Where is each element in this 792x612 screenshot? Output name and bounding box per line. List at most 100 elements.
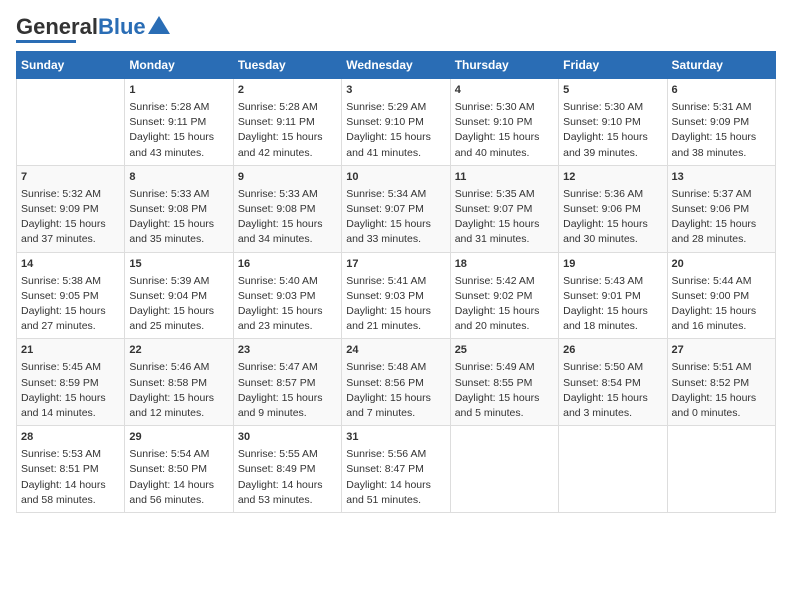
col-header-friday: Friday <box>559 52 667 79</box>
col-header-sunday: Sunday <box>17 52 125 79</box>
day-number: 31 <box>346 430 445 446</box>
calendar-week-row: 28Sunrise: 5:53 AM Sunset: 8:51 PM Dayli… <box>17 426 776 513</box>
calendar-cell: 7Sunrise: 5:32 AM Sunset: 9:09 PM Daylig… <box>17 165 125 252</box>
calendar-cell: 8Sunrise: 5:33 AM Sunset: 9:08 PM Daylig… <box>125 165 233 252</box>
page-header: GeneralBlue <box>16 16 776 43</box>
cell-content: Sunrise: 5:54 AM Sunset: 8:50 PM Dayligh… <box>129 447 228 508</box>
cell-content: Sunrise: 5:36 AM Sunset: 9:06 PM Dayligh… <box>563 187 662 248</box>
col-header-monday: Monday <box>125 52 233 79</box>
calendar-cell: 17Sunrise: 5:41 AM Sunset: 9:03 PM Dayli… <box>342 252 450 339</box>
calendar-cell: 21Sunrise: 5:45 AM Sunset: 8:59 PM Dayli… <box>17 339 125 426</box>
cell-content: Sunrise: 5:31 AM Sunset: 9:09 PM Dayligh… <box>672 100 771 161</box>
cell-content: Sunrise: 5:39 AM Sunset: 9:04 PM Dayligh… <box>129 274 228 335</box>
calendar-cell <box>667 426 775 513</box>
logo-icon <box>148 16 170 34</box>
calendar-cell <box>450 426 558 513</box>
day-number: 21 <box>21 343 120 359</box>
calendar-week-row: 1Sunrise: 5:28 AM Sunset: 9:11 PM Daylig… <box>17 79 776 166</box>
calendar-cell: 20Sunrise: 5:44 AM Sunset: 9:00 PM Dayli… <box>667 252 775 339</box>
col-header-saturday: Saturday <box>667 52 775 79</box>
cell-content: Sunrise: 5:42 AM Sunset: 9:02 PM Dayligh… <box>455 274 554 335</box>
calendar-cell: 22Sunrise: 5:46 AM Sunset: 8:58 PM Dayli… <box>125 339 233 426</box>
cell-content: Sunrise: 5:28 AM Sunset: 9:11 PM Dayligh… <box>238 100 337 161</box>
cell-content: Sunrise: 5:49 AM Sunset: 8:55 PM Dayligh… <box>455 360 554 421</box>
cell-content: Sunrise: 5:33 AM Sunset: 9:08 PM Dayligh… <box>238 187 337 248</box>
cell-content: Sunrise: 5:45 AM Sunset: 8:59 PM Dayligh… <box>21 360 120 421</box>
day-number: 11 <box>455 170 554 186</box>
day-number: 14 <box>21 257 120 273</box>
cell-content: Sunrise: 5:35 AM Sunset: 9:07 PM Dayligh… <box>455 187 554 248</box>
calendar-cell: 24Sunrise: 5:48 AM Sunset: 8:56 PM Dayli… <box>342 339 450 426</box>
day-number: 29 <box>129 430 228 446</box>
calendar-cell: 15Sunrise: 5:39 AM Sunset: 9:04 PM Dayli… <box>125 252 233 339</box>
calendar-cell: 31Sunrise: 5:56 AM Sunset: 8:47 PM Dayli… <box>342 426 450 513</box>
cell-content: Sunrise: 5:34 AM Sunset: 9:07 PM Dayligh… <box>346 187 445 248</box>
calendar-week-row: 21Sunrise: 5:45 AM Sunset: 8:59 PM Dayli… <box>17 339 776 426</box>
day-number: 20 <box>672 257 771 273</box>
calendar-cell: 29Sunrise: 5:54 AM Sunset: 8:50 PM Dayli… <box>125 426 233 513</box>
day-number: 15 <box>129 257 228 273</box>
cell-content: Sunrise: 5:38 AM Sunset: 9:05 PM Dayligh… <box>21 274 120 335</box>
calendar-table: SundayMondayTuesdayWednesdayThursdayFrid… <box>16 51 776 513</box>
calendar-cell: 6Sunrise: 5:31 AM Sunset: 9:09 PM Daylig… <box>667 79 775 166</box>
day-number: 25 <box>455 343 554 359</box>
logo: GeneralBlue <box>16 16 170 43</box>
calendar-cell: 4Sunrise: 5:30 AM Sunset: 9:10 PM Daylig… <box>450 79 558 166</box>
calendar-cell: 19Sunrise: 5:43 AM Sunset: 9:01 PM Dayli… <box>559 252 667 339</box>
day-number: 13 <box>672 170 771 186</box>
day-number: 30 <box>238 430 337 446</box>
cell-content: Sunrise: 5:28 AM Sunset: 9:11 PM Dayligh… <box>129 100 228 161</box>
calendar-cell: 30Sunrise: 5:55 AM Sunset: 8:49 PM Dayli… <box>233 426 341 513</box>
day-number: 7 <box>21 170 120 186</box>
calendar-cell: 28Sunrise: 5:53 AM Sunset: 8:51 PM Dayli… <box>17 426 125 513</box>
day-number: 1 <box>129 83 228 99</box>
calendar-cell: 16Sunrise: 5:40 AM Sunset: 9:03 PM Dayli… <box>233 252 341 339</box>
calendar-cell: 18Sunrise: 5:42 AM Sunset: 9:02 PM Dayli… <box>450 252 558 339</box>
calendar-header-row: SundayMondayTuesdayWednesdayThursdayFrid… <box>17 52 776 79</box>
col-header-thursday: Thursday <box>450 52 558 79</box>
calendar-cell: 10Sunrise: 5:34 AM Sunset: 9:07 PM Dayli… <box>342 165 450 252</box>
calendar-cell: 12Sunrise: 5:36 AM Sunset: 9:06 PM Dayli… <box>559 165 667 252</box>
logo-blue: Blue <box>98 14 146 39</box>
calendar-cell <box>17 79 125 166</box>
calendar-cell: 27Sunrise: 5:51 AM Sunset: 8:52 PM Dayli… <box>667 339 775 426</box>
calendar-cell: 5Sunrise: 5:30 AM Sunset: 9:10 PM Daylig… <box>559 79 667 166</box>
day-number: 4 <box>455 83 554 99</box>
col-header-tuesday: Tuesday <box>233 52 341 79</box>
logo-underline <box>16 40 76 43</box>
cell-content: Sunrise: 5:43 AM Sunset: 9:01 PM Dayligh… <box>563 274 662 335</box>
calendar-cell: 3Sunrise: 5:29 AM Sunset: 9:10 PM Daylig… <box>342 79 450 166</box>
cell-content: Sunrise: 5:33 AM Sunset: 9:08 PM Dayligh… <box>129 187 228 248</box>
cell-content: Sunrise: 5:48 AM Sunset: 8:56 PM Dayligh… <box>346 360 445 421</box>
calendar-week-row: 14Sunrise: 5:38 AM Sunset: 9:05 PM Dayli… <box>17 252 776 339</box>
cell-content: Sunrise: 5:50 AM Sunset: 8:54 PM Dayligh… <box>563 360 662 421</box>
day-number: 12 <box>563 170 662 186</box>
day-number: 19 <box>563 257 662 273</box>
day-number: 23 <box>238 343 337 359</box>
calendar-cell: 9Sunrise: 5:33 AM Sunset: 9:08 PM Daylig… <box>233 165 341 252</box>
day-number: 27 <box>672 343 771 359</box>
day-number: 10 <box>346 170 445 186</box>
calendar-cell: 13Sunrise: 5:37 AM Sunset: 9:06 PM Dayli… <box>667 165 775 252</box>
cell-content: Sunrise: 5:44 AM Sunset: 9:00 PM Dayligh… <box>672 274 771 335</box>
day-number: 17 <box>346 257 445 273</box>
day-number: 22 <box>129 343 228 359</box>
calendar-cell: 11Sunrise: 5:35 AM Sunset: 9:07 PM Dayli… <box>450 165 558 252</box>
calendar-cell: 26Sunrise: 5:50 AM Sunset: 8:54 PM Dayli… <box>559 339 667 426</box>
cell-content: Sunrise: 5:30 AM Sunset: 9:10 PM Dayligh… <box>563 100 662 161</box>
calendar-cell <box>559 426 667 513</box>
calendar-week-row: 7Sunrise: 5:32 AM Sunset: 9:09 PM Daylig… <box>17 165 776 252</box>
cell-content: Sunrise: 5:41 AM Sunset: 9:03 PM Dayligh… <box>346 274 445 335</box>
day-number: 26 <box>563 343 662 359</box>
calendar-cell: 25Sunrise: 5:49 AM Sunset: 8:55 PM Dayli… <box>450 339 558 426</box>
day-number: 5 <box>563 83 662 99</box>
day-number: 16 <box>238 257 337 273</box>
cell-content: Sunrise: 5:37 AM Sunset: 9:06 PM Dayligh… <box>672 187 771 248</box>
calendar-cell: 14Sunrise: 5:38 AM Sunset: 9:05 PM Dayli… <box>17 252 125 339</box>
day-number: 6 <box>672 83 771 99</box>
calendar-cell: 1Sunrise: 5:28 AM Sunset: 9:11 PM Daylig… <box>125 79 233 166</box>
cell-content: Sunrise: 5:40 AM Sunset: 9:03 PM Dayligh… <box>238 274 337 335</box>
cell-content: Sunrise: 5:56 AM Sunset: 8:47 PM Dayligh… <box>346 447 445 508</box>
day-number: 18 <box>455 257 554 273</box>
cell-content: Sunrise: 5:51 AM Sunset: 8:52 PM Dayligh… <box>672 360 771 421</box>
